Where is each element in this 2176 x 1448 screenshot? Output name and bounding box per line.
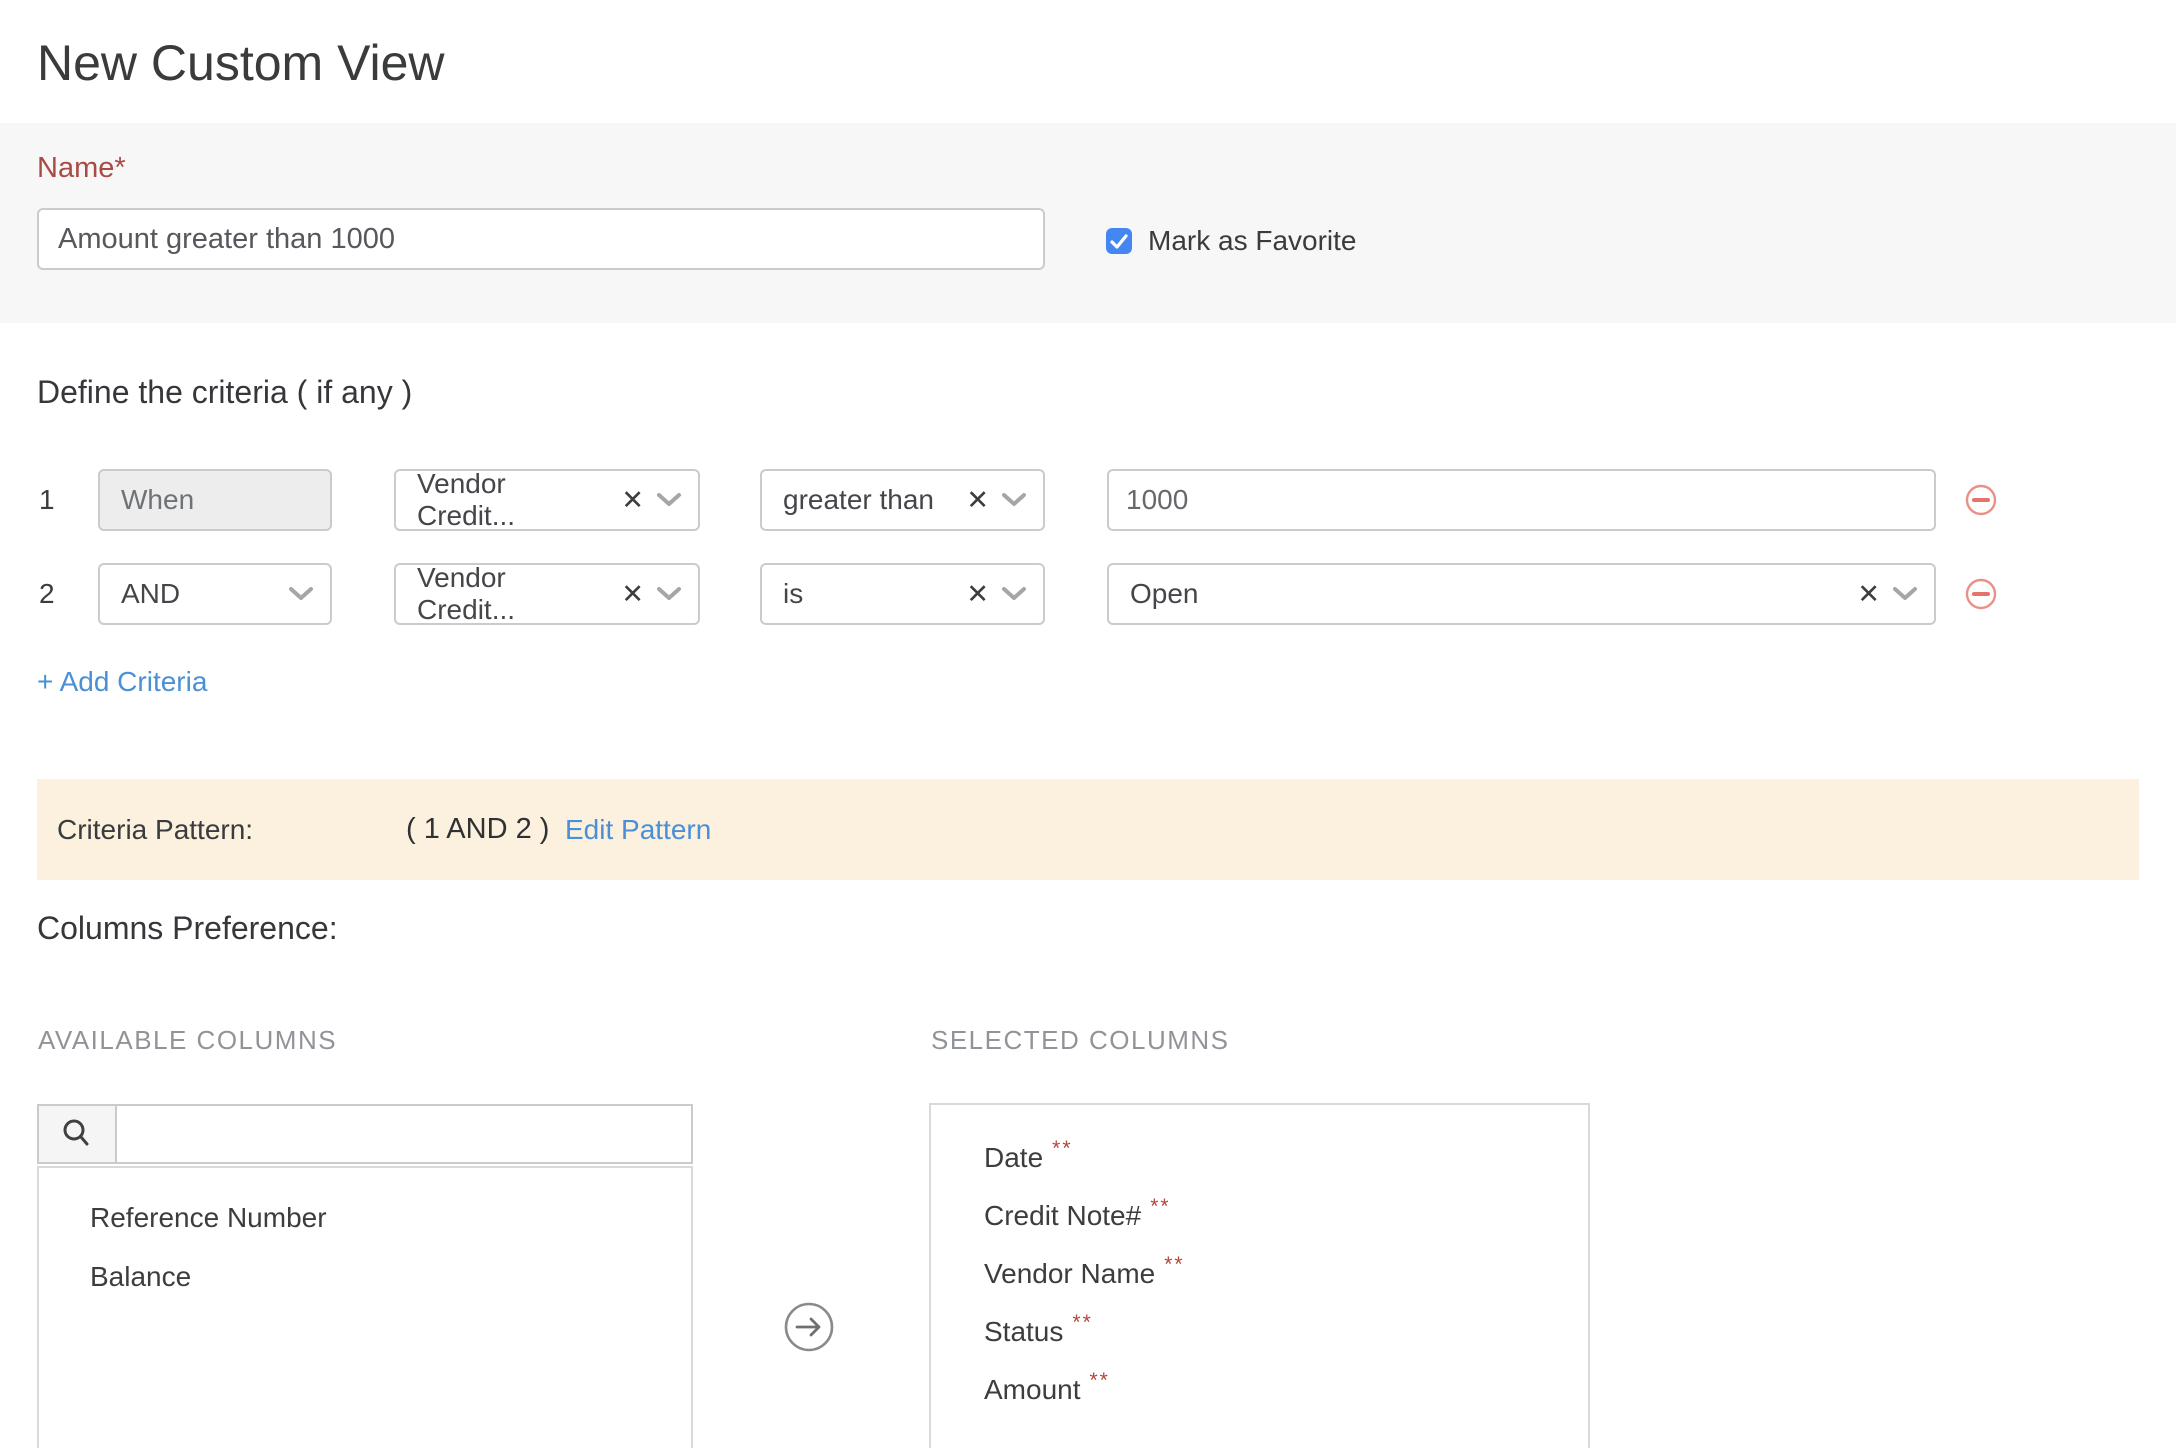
add-criteria-link[interactable]: + Add Criteria	[37, 664, 207, 700]
conjunction-select-row2[interactable]: AND	[98, 563, 332, 625]
edit-pattern-link[interactable]: Edit Pattern	[565, 779, 711, 880]
remove-criteria-icon[interactable]	[1965, 484, 1997, 516]
conjunction-when-box: When	[98, 469, 332, 531]
criteria-row-number: 2	[39, 563, 79, 625]
search-icon-cell	[39, 1106, 117, 1162]
operator-select-row2[interactable]: is ✕	[760, 563, 1045, 625]
chevron-down-icon[interactable]	[1001, 492, 1027, 508]
required-asterisk: **	[1052, 1137, 1072, 1160]
chevron-down-icon[interactable]	[1892, 586, 1918, 602]
available-columns-title: AVAILABLE COLUMNS	[38, 1024, 337, 1056]
favorite-checkbox[interactable]	[1106, 228, 1132, 254]
column-label: Vendor Name	[984, 1258, 1155, 1289]
page-title: New Custom View	[37, 34, 445, 92]
criteria-heading: Define the criteria ( if any )	[37, 372, 412, 412]
column-label: Amount	[984, 1374, 1081, 1405]
clear-field-icon[interactable]: ✕	[621, 581, 644, 608]
move-right-arrow-button[interactable]	[783, 1301, 835, 1353]
required-asterisk: **	[1164, 1253, 1184, 1276]
field-value: Vendor Credit...	[417, 562, 609, 626]
field-select-row2[interactable]: Vendor Credit... ✕	[394, 563, 700, 625]
field-value: Vendor Credit...	[417, 468, 609, 532]
available-columns-list: Reference Number Balance	[37, 1166, 693, 1448]
name-label: Name*	[37, 150, 126, 186]
list-item[interactable]: Credit Note# **	[931, 1187, 1588, 1245]
selected-columns-list: Date ** Credit Note# ** Vendor Name ** Stat…	[929, 1103, 1590, 1448]
column-label: Status	[984, 1316, 1063, 1347]
view-name-input[interactable]	[37, 208, 1045, 270]
clear-value-icon[interactable]: ✕	[1857, 581, 1880, 608]
available-columns-search	[37, 1104, 693, 1164]
required-asterisk: **	[1090, 1369, 1110, 1392]
clear-operator-icon[interactable]: ✕	[966, 581, 989, 608]
favorite-label: Mark as Favorite	[1148, 223, 1357, 259]
operator-select-row1[interactable]: greater than ✕	[760, 469, 1045, 531]
selected-columns-title: SELECTED COLUMNS	[931, 1024, 1230, 1056]
criteria-row-number: 1	[39, 469, 79, 531]
list-item[interactable]: Date **	[931, 1129, 1588, 1187]
chevron-down-icon[interactable]	[1001, 586, 1027, 602]
operator-value: is	[783, 578, 954, 610]
value-label: Open	[1130, 578, 1845, 610]
required-asterisk: **	[1150, 1195, 1170, 1218]
chevron-down-icon[interactable]	[288, 586, 314, 602]
operator-value: greater than	[783, 484, 954, 516]
field-select-row1[interactable]: Vendor Credit... ✕	[394, 469, 700, 531]
criteria-pattern-value: ( 1 AND 2 )	[406, 779, 549, 880]
name-section-band: Name* Mark as Favorite	[0, 123, 2176, 323]
conjunction-label: When	[121, 484, 314, 516]
clear-field-icon[interactable]: ✕	[621, 487, 644, 514]
list-item[interactable]: Reference Number	[39, 1188, 691, 1247]
column-label: Credit Note#	[984, 1200, 1141, 1231]
new-custom-view-page: New Custom View Name* Mark as Favorite D…	[0, 0, 2176, 1448]
clear-operator-icon[interactable]: ✕	[966, 487, 989, 514]
columns-preference-heading: Columns Preference:	[37, 908, 338, 948]
list-item[interactable]: Vendor Name **	[931, 1245, 1588, 1303]
chevron-down-icon[interactable]	[656, 492, 682, 508]
column-label: Date	[984, 1142, 1043, 1173]
search-input[interactable]	[117, 1106, 691, 1162]
criteria-value-select-row2[interactable]: Open ✕	[1107, 563, 1936, 625]
checkmark-icon	[1106, 228, 1132, 254]
list-item[interactable]: Balance	[39, 1247, 691, 1306]
criteria-pattern-label: Criteria Pattern:	[57, 779, 253, 880]
required-asterisk: **	[1072, 1311, 1092, 1334]
criteria-value-input-row1[interactable]	[1107, 469, 1936, 531]
search-icon	[60, 1117, 94, 1151]
conjunction-value: AND	[121, 578, 276, 610]
criteria-pattern-bar: Criteria Pattern: ( 1 AND 2 ) Edit Patte…	[37, 779, 2139, 880]
remove-criteria-icon[interactable]	[1965, 578, 1997, 610]
chevron-down-icon[interactable]	[656, 586, 682, 602]
list-item[interactable]: Amount **	[931, 1361, 1588, 1419]
list-item[interactable]: Status **	[931, 1303, 1588, 1361]
